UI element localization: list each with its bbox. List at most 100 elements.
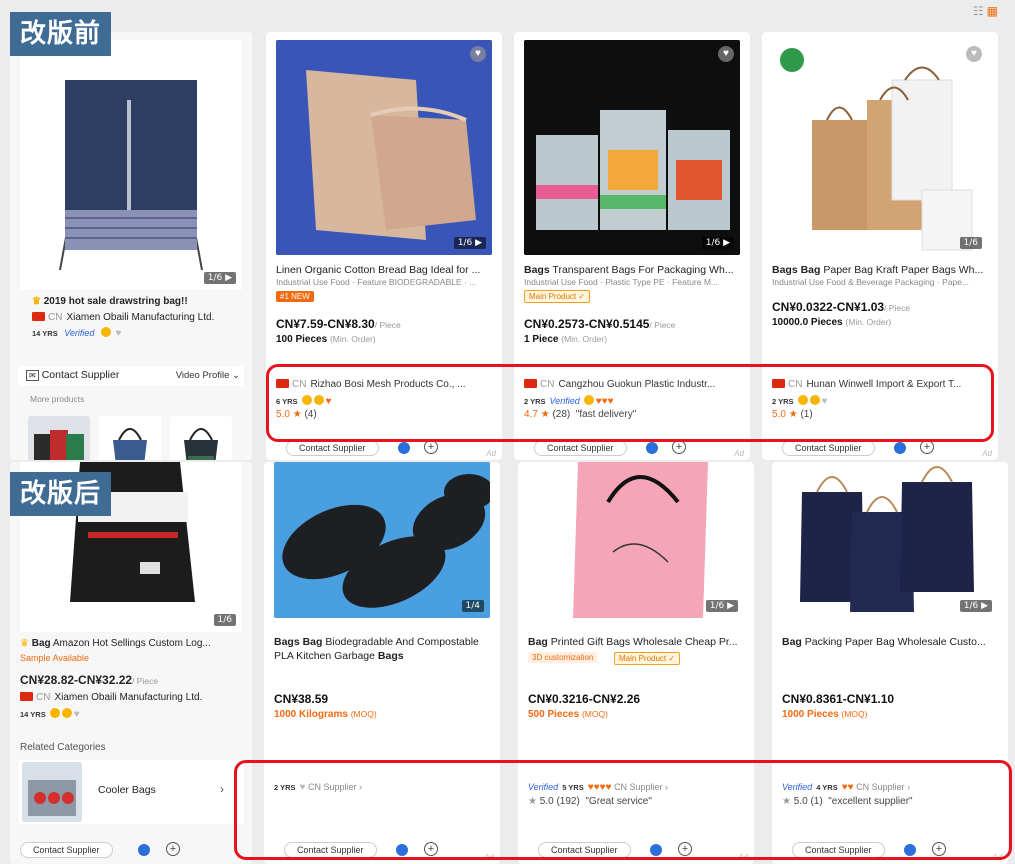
product-title[interactable]: ♛ 2019 hot sale drawstring bag!! bbox=[32, 296, 188, 307]
side-product-card[interactable]: 1/6 ♛ Bag Amazon Hot Sellings Custom Log… bbox=[10, 462, 252, 864]
side-product-card[interactable]: 1/6 ▶ ♛ 2019 hot sale drawstring bag!! C… bbox=[10, 32, 252, 460]
video-profile-dropdown[interactable]: Video Profile ⌄ bbox=[176, 370, 240, 381]
more-products-label: More products bbox=[30, 394, 85, 404]
product-title[interactable]: Bag Printed Gift Bags Wholesale Cheap Pr… bbox=[528, 636, 746, 648]
image-counter: 1/6 ▶ bbox=[701, 237, 734, 249]
image-counter: 1/6 bbox=[959, 237, 982, 249]
price: CN¥0.2573-CN¥0.5145/ Piece bbox=[524, 317, 676, 331]
min-order: 100 Pieces (Min. Order) bbox=[276, 334, 376, 345]
image-counter: 1/6 ▶ bbox=[959, 600, 992, 612]
product-image[interactable]: ♥ 1/6 ▶ bbox=[276, 40, 492, 255]
product-attributes: Industrial Use Food & Beverage Packaging… bbox=[772, 277, 970, 287]
image-counter: 1/6 bbox=[213, 614, 236, 626]
gold-medal-icon bbox=[100, 327, 111, 337]
contact-row: ✉ Contact Supplier Video Profile ⌄ bbox=[18, 366, 244, 386]
product-title[interactable]: Linen Organic Cotton Bread Bag Ideal for… bbox=[276, 264, 494, 276]
cooler-bag-thumb bbox=[22, 762, 82, 822]
category-name: Cooler Bags bbox=[98, 784, 156, 796]
more-product-thumb[interactable] bbox=[99, 416, 161, 460]
list-view-icon[interactable]: ☷ bbox=[973, 4, 987, 18]
favorite-heart-icon[interactable]: ♥ bbox=[718, 46, 734, 62]
chat-icon[interactable] bbox=[398, 442, 410, 454]
min-order: 1000 Pieces (MOQ) bbox=[782, 709, 868, 720]
min-order: 500 Pieces (MOQ) bbox=[528, 709, 608, 720]
product-title[interactable]: Bag Packing Paper Bag Wholesale Custo... bbox=[782, 636, 1000, 648]
add-compare-icon[interactable]: + bbox=[424, 440, 438, 454]
chat-icon[interactable] bbox=[894, 442, 906, 454]
customization-tag: 3D customization bbox=[528, 652, 598, 663]
min-order: 10000.0 Pieces (Min. Order) bbox=[772, 317, 892, 328]
grid-view-icon[interactable]: ▦ bbox=[987, 4, 1001, 18]
diamond-icon: ♥ bbox=[73, 709, 80, 720]
image-counter: 1/6 ▶ bbox=[453, 237, 486, 249]
contact-supplier-button[interactable]: Contact Supplier bbox=[782, 440, 875, 456]
more-product-thumb[interactable] bbox=[170, 416, 232, 460]
crown-icon: ♛ bbox=[32, 296, 41, 307]
china-flag-icon bbox=[32, 312, 45, 321]
chat-icon[interactable] bbox=[138, 844, 150, 856]
add-compare-icon[interactable]: + bbox=[920, 440, 934, 454]
drawstring-backpack-image bbox=[20, 40, 242, 290]
china-flag-icon bbox=[20, 692, 33, 701]
product-image[interactable]: 1/4 bbox=[274, 462, 490, 618]
main-product-badge: Main Product ✓ bbox=[614, 652, 681, 665]
min-order: 1000 Kilograms (MOQ) bbox=[274, 709, 377, 720]
card-footer: Contact Supplier + bbox=[276, 440, 494, 458]
gift-bag-image bbox=[528, 462, 744, 618]
view-toggle[interactable]: ☷▦ bbox=[973, 4, 1001, 18]
favorite-heart-icon[interactable]: ♥ bbox=[470, 46, 486, 62]
supplier-badges: 14 YRS Verified ♥ bbox=[32, 327, 122, 339]
transparent-bags-image bbox=[524, 40, 740, 255]
image-counter: 1/4 bbox=[461, 600, 484, 612]
product-title[interactable]: Bags Bag Paper Bag Kraft Paper Bags Wh..… bbox=[772, 264, 990, 276]
contact-supplier-button[interactable]: Contact Supplier bbox=[286, 440, 379, 456]
product-title-line2: PLA Kitchen Garbage Bags bbox=[274, 650, 404, 662]
product-title[interactable]: Bags Transparent Bags For Packaging Wh..… bbox=[524, 264, 742, 276]
garbage-bags-image bbox=[274, 462, 490, 618]
add-compare-icon[interactable]: + bbox=[672, 440, 686, 454]
price: CN¥38.59 bbox=[274, 692, 329, 706]
min-order: 1 Piece (Min. Order) bbox=[524, 334, 608, 345]
related-categories-label: Related Categories bbox=[20, 742, 106, 753]
highlight-box-after bbox=[234, 760, 1012, 860]
add-compare-icon[interactable]: + bbox=[166, 842, 180, 856]
card-footer: Contact Supplier + bbox=[20, 842, 244, 860]
envelope-icon: ✉ bbox=[26, 370, 39, 381]
image-counter: 1/6 ▶ bbox=[705, 600, 738, 612]
diamond-icon: ♥ bbox=[115, 328, 122, 339]
product-image[interactable]: 1/6 ▶ bbox=[782, 462, 998, 618]
verified-badge: Verified bbox=[64, 328, 95, 338]
supplier-line[interactable]: CN Xiamen Obaili Manufacturing Ltd. bbox=[20, 692, 202, 703]
product-title[interactable]: ♛ Bag Amazon Hot Sellings Custom Log... bbox=[20, 638, 211, 649]
contact-supplier-button[interactable]: Contact Supplier bbox=[534, 440, 627, 456]
product-attributes: Industrial Use Food · Plastic Type PE · … bbox=[524, 277, 719, 287]
sample-available-tag: Sample Available bbox=[20, 653, 89, 663]
favorite-heart-icon[interactable]: ♥ bbox=[966, 46, 982, 62]
new-badge: #1 NEW bbox=[276, 291, 314, 302]
card-footer: Contact Supplier + bbox=[772, 440, 990, 458]
contact-supplier-button[interactable]: Contact Supplier bbox=[20, 842, 113, 858]
price: CN¥0.8361-CN¥1.10 bbox=[782, 692, 895, 706]
price: CN¥7.59-CN¥8.30/ Piece bbox=[276, 317, 401, 331]
category-item[interactable]: Cooler Bags › bbox=[18, 760, 244, 824]
before-label: 改版前 bbox=[10, 12, 112, 56]
ad-label: Ad bbox=[982, 449, 992, 458]
more-product-thumb[interactable] bbox=[28, 416, 90, 460]
crown-icon: ♛ bbox=[20, 638, 29, 649]
product-title[interactable]: Bags Bag Biodegradable And Compostable bbox=[274, 636, 492, 648]
kraft-paper-bags-image bbox=[772, 40, 988, 255]
product-image[interactable]: ♥ 1/6 bbox=[772, 40, 988, 255]
ad-label: Ad bbox=[486, 449, 496, 458]
card-footer: Contact Supplier + bbox=[524, 440, 742, 458]
product-image[interactable]: 1/6 ▶ bbox=[20, 40, 242, 290]
chat-icon[interactable] bbox=[646, 442, 658, 454]
price: CN¥0.3216-CN¥2.26 bbox=[528, 692, 641, 706]
contact-supplier-link[interactable]: ✉ Contact Supplier bbox=[26, 369, 119, 381]
ad-label: Ad bbox=[734, 449, 744, 458]
image-counter: 1/6 ▶ bbox=[203, 272, 236, 284]
supplier-line[interactable]: CN Xiamen Obaili Manufacturing Ltd. bbox=[32, 312, 214, 323]
price: CN¥0.0322-CN¥1.03/ Piece bbox=[772, 300, 911, 314]
price: CN¥28.82-CN¥32.22/ Piece bbox=[20, 673, 159, 687]
product-image[interactable]: ♥ 1/6 ▶ bbox=[524, 40, 740, 255]
product-image[interactable]: 1/6 ▶ bbox=[528, 462, 744, 618]
